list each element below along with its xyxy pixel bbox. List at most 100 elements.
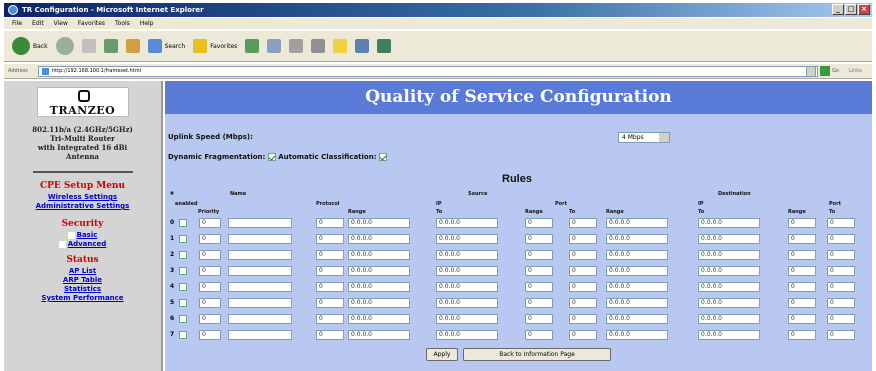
protocol-range-input[interactable]: 0.0.0.0 xyxy=(348,282,410,292)
sidebar-link-statistics[interactable]: Statistics xyxy=(4,285,161,294)
destination-port-to-input[interactable]: 0 xyxy=(827,298,855,308)
destination-port-to-input[interactable]: 0 xyxy=(827,314,855,324)
source-port-input[interactable]: 0 xyxy=(525,314,553,324)
source-port-to-input[interactable]: 0 xyxy=(569,266,597,276)
destination-ip-input[interactable]: 0.0.0.0 xyxy=(606,314,668,324)
protocol-range-input[interactable]: 0.0.0.0 xyxy=(348,314,410,324)
destination-port-input[interactable]: 0 xyxy=(788,314,816,324)
destination-port-input[interactable]: 0 xyxy=(788,266,816,276)
refresh-icon[interactable] xyxy=(103,39,118,53)
name-input[interactable] xyxy=(228,266,292,276)
source-ip-to-input[interactable]: 0.0.0.0 xyxy=(436,282,498,292)
edit-icon[interactable] xyxy=(333,39,348,53)
sidebar-link-ap-list[interactable]: AP List xyxy=(4,267,161,276)
go-button[interactable]: Go xyxy=(820,66,839,76)
close-button[interactable]: × xyxy=(858,4,870,15)
sidebar-link-system-performance[interactable]: System Performance xyxy=(4,294,161,303)
destination-ip-to-input[interactable]: 0.0.0.0 xyxy=(698,218,760,228)
source-port-to-input[interactable]: 0 xyxy=(569,218,597,228)
rule-enabled-checkbox[interactable] xyxy=(179,283,187,291)
menu-view[interactable]: View xyxy=(54,18,68,29)
protocol-input[interactable]: 0 xyxy=(316,298,344,308)
sidebar-item-basic[interactable]: Basic xyxy=(4,231,161,240)
protocol-input[interactable]: 0 xyxy=(316,330,344,340)
source-port-input[interactable]: 0 xyxy=(525,266,553,276)
priority-input[interactable]: 0 xyxy=(199,218,221,228)
source-port-input[interactable]: 0 xyxy=(525,250,553,260)
rule-enabled-checkbox[interactable] xyxy=(179,235,187,243)
destination-ip-input[interactable]: 0.0.0.0 xyxy=(606,282,668,292)
destination-port-to-input[interactable]: 0 xyxy=(827,250,855,260)
destination-ip-input[interactable]: 0.0.0.0 xyxy=(606,218,668,228)
destination-ip-to-input[interactable]: 0.0.0.0 xyxy=(698,330,760,340)
home-icon[interactable] xyxy=(125,39,140,53)
source-port-input[interactable]: 0 xyxy=(525,218,553,228)
apply-button[interactable]: Apply xyxy=(426,348,458,361)
source-port-input[interactable]: 0 xyxy=(525,330,553,340)
source-ip-to-input[interactable]: 0.0.0.0 xyxy=(436,314,498,324)
name-input[interactable] xyxy=(228,298,292,308)
tools-icon[interactable] xyxy=(377,39,392,53)
destination-port-input[interactable]: 0 xyxy=(788,218,816,228)
destination-ip-to-input[interactable]: 0.0.0.0 xyxy=(698,266,760,276)
source-ip-to-input[interactable]: 0.0.0.0 xyxy=(436,330,498,340)
protocol-input[interactable]: 0 xyxy=(316,234,344,244)
mail-icon[interactable] xyxy=(289,39,304,53)
protocol-range-input[interactable]: 0.0.0.0 xyxy=(348,218,410,228)
protocol-input[interactable]: 0 xyxy=(316,282,344,292)
minimize-button[interactable]: _ xyxy=(832,4,844,15)
menu-edit[interactable]: Edit xyxy=(32,18,44,29)
back-to-information-page-button[interactable]: Back to Information Page xyxy=(463,348,611,361)
links-button[interactable]: Links xyxy=(849,68,862,74)
messenger-icon[interactable] xyxy=(355,39,370,53)
menu-help[interactable]: Help xyxy=(140,18,154,29)
protocol-input[interactable]: 0 xyxy=(316,218,344,228)
source-port-to-input[interactable]: 0 xyxy=(569,282,597,292)
rule-enabled-checkbox[interactable] xyxy=(179,251,187,259)
destination-ip-to-input[interactable]: 0.0.0.0 xyxy=(698,250,760,260)
protocol-range-input[interactable]: 0.0.0.0 xyxy=(348,266,410,276)
address-input[interactable]: http://192.168.100.1/frameset.html xyxy=(38,65,818,77)
maximize-button[interactable]: □ xyxy=(845,4,857,15)
priority-input[interactable]: 0 xyxy=(199,282,221,292)
destination-port-input[interactable]: 0 xyxy=(788,250,816,260)
uplink-speed-select[interactable]: 4 Mbps xyxy=(618,132,670,143)
protocol-range-input[interactable]: 0.0.0.0 xyxy=(348,330,410,340)
destination-port-input[interactable]: 0 xyxy=(788,330,816,340)
rule-enabled-checkbox[interactable] xyxy=(179,299,187,307)
destination-port-to-input[interactable]: 0 xyxy=(827,218,855,228)
source-port-to-input[interactable]: 0 xyxy=(569,314,597,324)
destination-ip-to-input[interactable]: 0.0.0.0 xyxy=(698,282,760,292)
sidebar-link-wireless-settings[interactable]: Wireless Settings xyxy=(4,193,161,202)
destination-ip-input[interactable]: 0.0.0.0 xyxy=(606,234,668,244)
source-ip-to-input[interactable]: 0.0.0.0 xyxy=(436,234,498,244)
source-port-input[interactable]: 0 xyxy=(525,234,553,244)
name-input[interactable] xyxy=(228,282,292,292)
source-port-to-input[interactable]: 0 xyxy=(569,330,597,340)
forward-button[interactable] xyxy=(55,37,74,55)
address-dropdown[interactable] xyxy=(806,65,816,77)
rule-enabled-checkbox[interactable] xyxy=(179,331,187,339)
destination-ip-input[interactable]: 0.0.0.0 xyxy=(606,250,668,260)
protocol-range-input[interactable]: 0.0.0.0 xyxy=(348,298,410,308)
protocol-input[interactable]: 0 xyxy=(316,266,344,276)
sidebar-link-arp-table[interactable]: ARP Table xyxy=(4,276,161,285)
name-input[interactable] xyxy=(228,314,292,324)
destination-port-to-input[interactable]: 0 xyxy=(827,330,855,340)
sidebar-link-administrative-settings[interactable]: Administrative Settings xyxy=(4,202,161,211)
dynamic-fragmentation-checkbox[interactable] xyxy=(267,153,276,161)
source-port-input[interactable]: 0 xyxy=(525,298,553,308)
destination-port-input[interactable]: 0 xyxy=(788,234,816,244)
destination-ip-to-input[interactable]: 0.0.0.0 xyxy=(698,298,760,308)
source-ip-to-input[interactable]: 0.0.0.0 xyxy=(436,250,498,260)
destination-port-input[interactable]: 0 xyxy=(788,282,816,292)
sidebar-item-advanced[interactable]: Advanced xyxy=(4,240,161,249)
priority-input[interactable]: 0 xyxy=(199,266,221,276)
media-icon[interactable] xyxy=(245,39,260,53)
menu-tools[interactable]: Tools xyxy=(115,18,130,29)
favorites-button[interactable]: Favorites xyxy=(193,39,237,53)
rule-enabled-checkbox[interactable] xyxy=(179,315,187,323)
destination-port-to-input[interactable]: 0 xyxy=(827,282,855,292)
name-input[interactable] xyxy=(228,234,292,244)
destination-ip-input[interactable]: 0.0.0.0 xyxy=(606,266,668,276)
